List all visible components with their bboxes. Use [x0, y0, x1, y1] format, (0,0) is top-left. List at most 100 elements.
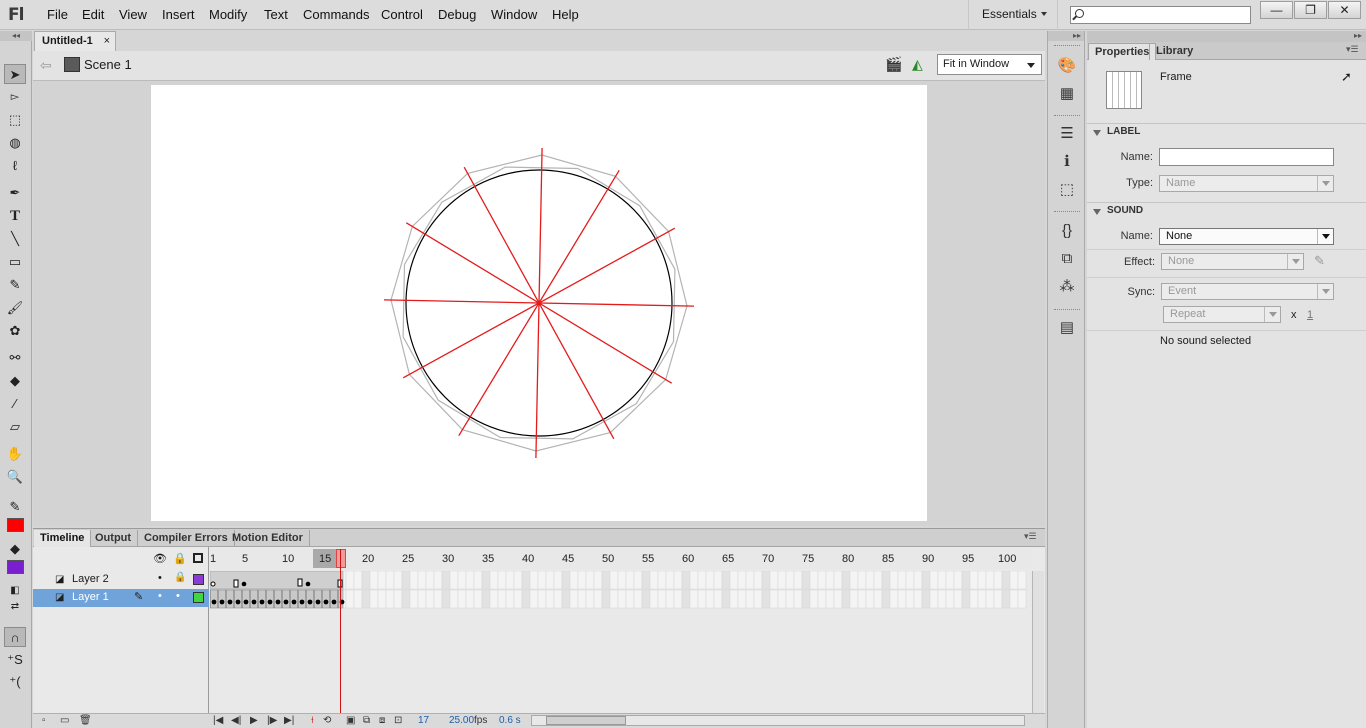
onion-outline-icon[interactable]: ⧉: [363, 715, 370, 726]
tab-motion-editor[interactable]: Motion Editor: [226, 530, 310, 547]
lasso-tool-icon[interactable]: ℓ: [4, 156, 26, 176]
close-icon[interactable]: ×: [104, 35, 110, 47]
subselection-tool-icon[interactable]: ▻: [4, 87, 26, 107]
edit-scene-icon[interactable]: 🎬: [885, 56, 902, 73]
help-search-input[interactable]: [1070, 6, 1251, 24]
frame-rate[interactable]: 25.00: [449, 715, 474, 726]
brush-tool-icon[interactable]: 🖌: [4, 298, 26, 318]
code-snippets-icon[interactable]: {}: [1057, 221, 1077, 241]
frame-name-input[interactable]: [1159, 148, 1334, 166]
layer-color-swatch[interactable]: [193, 592, 204, 603]
layer-row[interactable]: ◪ Layer 1 ✎ • •: [33, 589, 209, 607]
transform-icon[interactable]: ⬚: [1057, 180, 1077, 200]
frame-grid[interactable]: [209, 570, 1032, 609]
swap-colors-icon[interactable]: ⇄: [4, 597, 26, 617]
back-arrow-icon[interactable]: ⇦: [40, 57, 52, 74]
new-layer-icon[interactable]: ▫: [42, 715, 46, 726]
new-folder-icon[interactable]: ▭: [60, 715, 69, 726]
components-icon[interactable]: ⧉: [1057, 249, 1077, 269]
project-icon[interactable]: ▤: [1057, 318, 1077, 338]
menu-insert[interactable]: Insert: [162, 7, 195, 22]
center-frame-icon[interactable]: ⟊: [311, 715, 314, 726]
step-back-icon[interactable]: ◀|: [231, 715, 241, 726]
free-transform-tool-icon[interactable]: ⬚: [4, 110, 26, 130]
scroll-thumb[interactable]: [546, 716, 626, 725]
paint-bucket-tool-icon[interactable]: ◆: [4, 371, 26, 391]
panel-collapse-icon[interactable]: ▸▸: [1087, 31, 1366, 42]
effect-select[interactable]: None: [1161, 253, 1304, 270]
lock-dot[interactable]: •: [176, 590, 180, 602]
panel-menu-icon[interactable]: ▾☰: [1024, 531, 1037, 542]
outline-icon[interactable]: [193, 553, 203, 563]
eyedropper-tool-icon[interactable]: ⁄: [4, 394, 26, 414]
menu-window[interactable]: Window: [491, 7, 537, 22]
tab-timeline[interactable]: Timeline: [34, 530, 92, 547]
zoom-tool-icon[interactable]: 🔍: [4, 467, 26, 487]
menu-commands[interactable]: Commands: [303, 7, 369, 22]
current-frame[interactable]: 17: [418, 715, 429, 726]
tab-output[interactable]: Output: [89, 530, 139, 547]
color-palette-icon[interactable]: 🎨: [1057, 56, 1077, 76]
play-icon[interactable]: ▶: [250, 715, 258, 726]
expand-icon[interactable]: ▸▸: [1048, 31, 1084, 41]
rectangle-tool-icon[interactable]: ▭: [4, 252, 26, 272]
sync-select[interactable]: Event: [1161, 283, 1334, 300]
fill-color-swatch[interactable]: [7, 560, 24, 574]
onion-skin-icon[interactable]: ▣: [346, 715, 355, 726]
tab-compiler-errors[interactable]: Compiler Errors: [138, 530, 235, 547]
scene-label[interactable]: Scene 1: [84, 57, 132, 72]
timeline-scrollbar[interactable]: [1032, 571, 1044, 713]
motion-presets-icon[interactable]: ⁂: [1057, 277, 1077, 297]
timeline-hscrollbar[interactable]: [531, 715, 1025, 726]
restore-button[interactable]: ❐: [1294, 1, 1327, 19]
lock-icon[interactable]: 🔒: [174, 572, 186, 583]
label-section[interactable]: LABEL: [1087, 123, 1366, 141]
loop-icon[interactable]: ⟲: [323, 715, 331, 726]
menu-modify[interactable]: Modify: [209, 7, 247, 22]
visibility-dot[interactable]: •: [158, 572, 162, 584]
pencil-tool-icon[interactable]: ✎: [4, 275, 26, 295]
edit-symbols-icon[interactable]: ◭: [912, 56, 923, 73]
eraser-tool-icon[interactable]: ▱: [4, 417, 26, 437]
sound-section[interactable]: SOUND: [1087, 202, 1366, 220]
lock-icon[interactable]: 🔒: [173, 552, 187, 565]
menu-debug[interactable]: Debug: [438, 7, 476, 22]
info-icon[interactable]: ℹ: [1057, 152, 1077, 172]
document-tab[interactable]: Untitled-1 ×: [34, 31, 116, 51]
menu-view[interactable]: View: [119, 7, 147, 22]
modify-markers-icon[interactable]: ⊡: [394, 715, 402, 726]
menu-edit[interactable]: Edit: [82, 7, 104, 22]
playhead-handle[interactable]: [336, 549, 346, 568]
stage[interactable]: [151, 85, 927, 521]
edit-pencil-icon[interactable]: ✎: [1314, 253, 1325, 269]
sound-name-select[interactable]: None: [1159, 228, 1334, 245]
panel-menu-icon[interactable]: ▾☰: [1346, 44, 1359, 55]
menu-file[interactable]: File: [47, 7, 68, 22]
delete-icon[interactable]: 🗑: [79, 715, 92, 726]
first-frame-icon[interactable]: |◀: [213, 715, 223, 726]
zoom-select[interactable]: Fit in Window: [937, 54, 1042, 75]
stroke-color-swatch[interactable]: [7, 518, 24, 532]
hand-tool-icon[interactable]: ✋: [4, 444, 26, 464]
minimize-button[interactable]: —: [1260, 1, 1293, 19]
close-window-button[interactable]: ✕: [1328, 1, 1361, 19]
repeat-select[interactable]: Repeat: [1163, 306, 1281, 323]
text-tool-icon[interactable]: T: [4, 206, 26, 226]
align-icon[interactable]: ☰: [1057, 124, 1077, 144]
visibility-dot[interactable]: •: [158, 590, 162, 602]
collapse-icon[interactable]: ◂◂: [0, 31, 32, 41]
step-forward-icon[interactable]: |▶: [267, 715, 277, 726]
deco-tool-icon[interactable]: ✿: [4, 321, 26, 341]
smooth-icon[interactable]: ⁺S: [4, 650, 26, 670]
repeat-count[interactable]: 1: [1307, 309, 1313, 321]
menu-help[interactable]: Help: [552, 7, 579, 22]
layer-color-swatch[interactable]: [193, 574, 204, 585]
workspace-switcher[interactable]: Essentials: [968, 0, 1058, 30]
pen-tool-icon[interactable]: ✒: [4, 183, 26, 203]
layer-row[interactable]: ◪ Layer 2 • 🔒: [33, 571, 209, 589]
3d-rotation-tool-icon[interactable]: ◍: [4, 133, 26, 153]
show-hide-icon[interactable]: 👁: [153, 552, 167, 565]
straighten-icon[interactable]: ⁺(: [4, 672, 26, 692]
edit-multiple-frames-icon[interactable]: ⧈: [379, 715, 385, 726]
swatches-icon[interactable]: ▦: [1057, 84, 1077, 104]
